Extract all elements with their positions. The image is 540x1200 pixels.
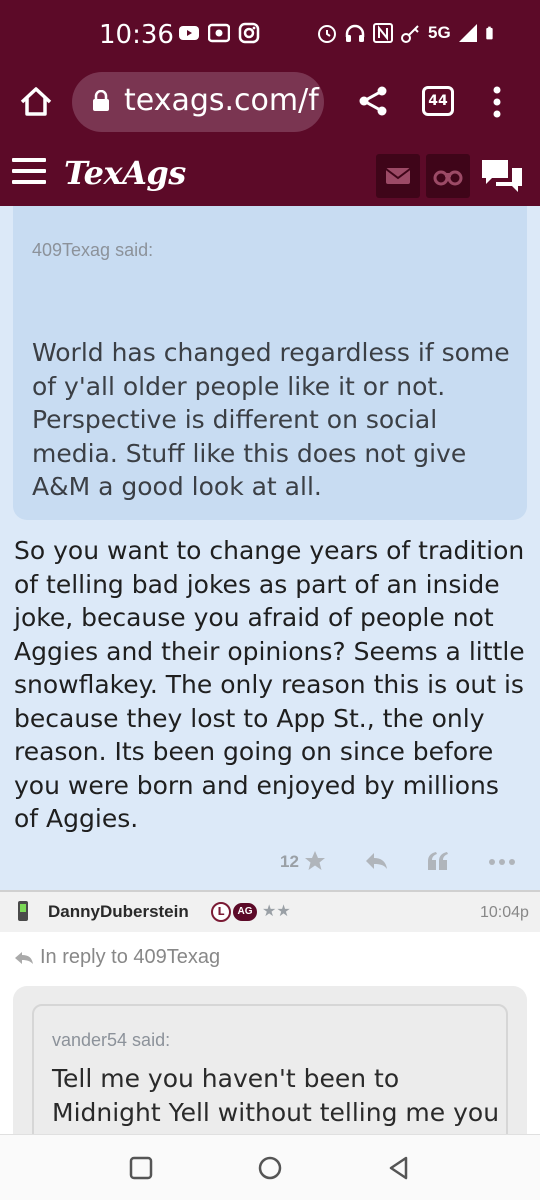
system-nav-bar (0, 1134, 540, 1200)
likes-count: 12 (280, 852, 299, 871)
radio-icon (208, 23, 230, 43)
nfc-icon (373, 23, 393, 43)
binoculars-icon (433, 170, 463, 186)
share-icon[interactable] (356, 84, 390, 118)
status-bar: 10:36 5G (0, 0, 540, 70)
post-header: DannyDuberstein L AG ★★ 10:04p (0, 890, 540, 932)
lifetime-badge: L (211, 902, 231, 922)
messages-button[interactable] (376, 154, 420, 198)
reply-arrow-icon (15, 951, 33, 964)
youtube-icon (179, 26, 199, 40)
url-text: texags.com/f (124, 83, 319, 118)
more-icon[interactable] (488, 858, 516, 866)
battery-icon (485, 26, 493, 40)
star-icon[interactable] (304, 850, 326, 872)
reply-to-link[interactable]: In reply to 409Texag (14, 946, 220, 969)
status-time: 10:36 (99, 20, 174, 50)
quote-author[interactable]: vander54 said: (52, 1030, 170, 1051)
site-header: TexAgs (0, 144, 540, 206)
hamburger-menu-icon[interactable] (12, 158, 46, 186)
site-logo[interactable]: TexAgs (64, 154, 186, 192)
network-label: 5G (428, 23, 451, 42)
reply-icon[interactable] (364, 850, 388, 872)
mail-icon (385, 168, 411, 184)
rating-stars: ★★ (262, 901, 291, 920)
quote-text: World has changed regardless if some of … (32, 338, 510, 501)
thread-content: 409Texag said: World has changed regardl… (0, 206, 540, 1134)
watchlist-button[interactable] (426, 154, 470, 198)
username[interactable]: DannyDuberstein (48, 902, 189, 922)
mobile-phone-icon (18, 901, 28, 921)
post-body: So you want to change years of tradition… (14, 536, 525, 833)
lock-icon (93, 90, 109, 111)
quote-icon[interactable] (426, 850, 450, 872)
post: 409Texag said: World has changed regardl… (0, 206, 540, 890)
overflow-menu-icon[interactable] (488, 84, 506, 120)
headphones-icon (345, 24, 365, 42)
recents-icon[interactable] (128, 1155, 154, 1181)
home-icon[interactable] (18, 84, 54, 120)
post: In reply to 409Texag vander54 said: Tell… (0, 932, 540, 1134)
back-icon[interactable] (386, 1155, 412, 1181)
instagram-icon (238, 22, 260, 44)
system-icons: 5G (316, 22, 499, 44)
reply-to-text: In reply to 409Texag (40, 946, 221, 968)
post-actions: 12 (278, 848, 518, 876)
key-icon (401, 25, 419, 43)
url-bar[interactable]: texags.com/f (72, 72, 324, 132)
tab-switcher-button[interactable]: 44 (422, 86, 454, 116)
chat-icon[interactable] (478, 156, 526, 196)
notification-icons (178, 22, 260, 44)
quote-text: Tell me you haven't been to Midnight Yel… (52, 1064, 500, 1134)
browser-toolbar: texags.com/f 44 (0, 70, 540, 144)
signal-icon (458, 24, 477, 42)
post-time: 10:04p (480, 904, 529, 921)
ag-badge: AG (233, 903, 257, 921)
quote-author[interactable]: 409Texag said: (32, 240, 153, 261)
alarm-icon (318, 25, 336, 43)
home-nav-icon[interactable] (257, 1155, 283, 1181)
